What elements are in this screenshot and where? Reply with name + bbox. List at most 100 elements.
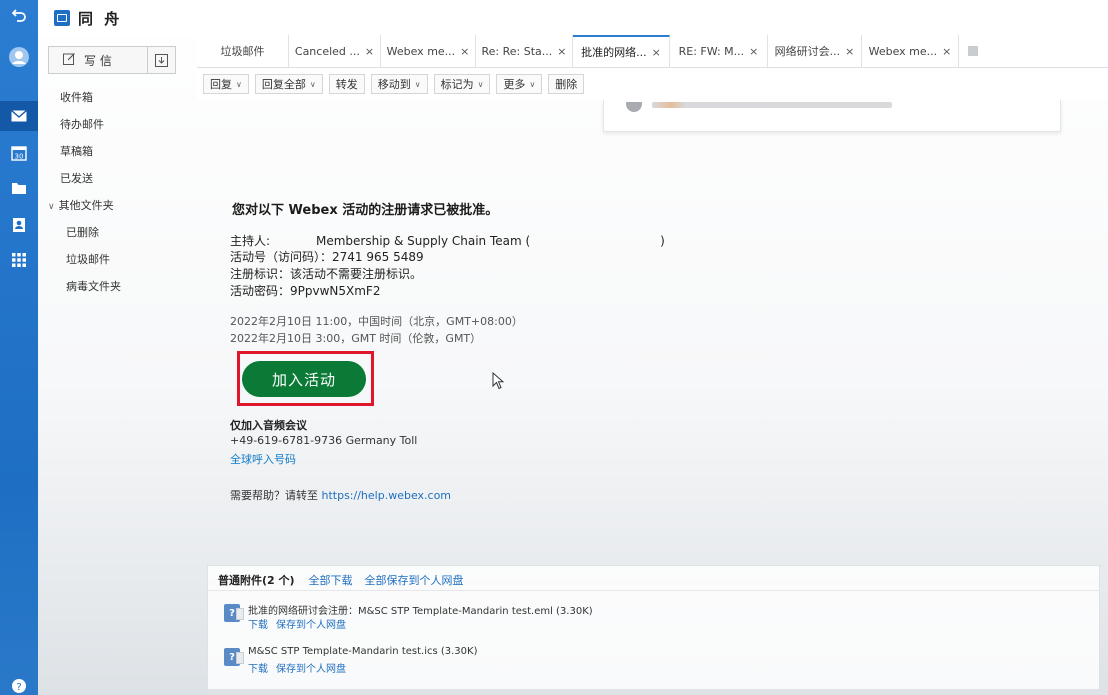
time-beijing: 2022年2月10日 11:00，中国时间（北京，GMT+08:00） (230, 315, 523, 328)
folder-spam[interactable]: 垃圾邮件 (66, 251, 110, 267)
reply-all-button[interactable]: 回复全部 ∨ (254, 74, 323, 94)
join-event-button[interactable]: 加入活动 (242, 361, 366, 397)
tab-label: RE: FW: M... (678, 44, 745, 58)
help-prefix: 需要帮助？请转至 (230, 489, 318, 502)
save-to-drive-link[interactable]: 保存到个人网盘 (276, 664, 346, 675)
calendar-icon[interactable]: 30 (0, 138, 38, 168)
notification-text-obscured (652, 102, 892, 108)
folder-sidebar: 写 信 收件箱 待办邮件 草稿箱 已发送 ∨ 其他文件夹 已删除 垃圾邮件 病毒文… (38, 36, 188, 695)
close-icon[interactable]: × (749, 45, 758, 58)
help-line: 需要帮助？请转至 https://help.webex.com (230, 487, 451, 503)
host-line: 主持人: Membership & Supply Chain Team () (230, 232, 665, 249)
tab-label: Re: Re: Sta... (481, 44, 553, 58)
global-numbers-link[interactable]: 全球呼入号码 (230, 451, 296, 467)
left-rail: 30 ? (0, 0, 38, 695)
event-number: 活动号（访问码）：2741 965 5489 (230, 250, 424, 264)
attachments-panel: 普通附件(2 个) 全部下载 全部保存到个人网盘 ? 批准的网络研讨会注册：M&… (207, 565, 1101, 690)
forward-button[interactable]: 转发 (328, 74, 365, 94)
attachment-actions: 下载 保存到个人网盘 (248, 616, 354, 631)
attachment-name: 批准的网络研讨会注册：M&SC STP Template-Mandarin te… (248, 606, 593, 617)
attachments-header: 普通附件(2 个) 全部下载 全部保存到个人网盘 (218, 572, 476, 588)
download-link[interactable]: 下载 (248, 620, 268, 631)
folder-group-other[interactable]: ∨ 其他文件夹 (48, 197, 114, 213)
folder-icon[interactable] (0, 173, 38, 203)
download-all-link[interactable]: 全部下载 (309, 572, 353, 588)
tab-overflow-icon[interactable] (959, 35, 987, 67)
folder-sent[interactable]: 已发送 (60, 170, 93, 186)
delete-button[interactable]: 删除 (548, 74, 585, 94)
host-value: Membership & Supply Chain Team ( (316, 234, 531, 248)
help-link[interactable]: https://help.webex.com (322, 489, 452, 502)
chevron-down-icon: ∨ (477, 79, 484, 89)
download-link[interactable]: 下载 (248, 664, 268, 675)
move-to-label: 移动到 (377, 78, 411, 91)
attachments-label: 普通附件(2 个) (218, 574, 295, 587)
back-icon[interactable] (0, 0, 38, 30)
avatar[interactable] (0, 42, 38, 72)
mark-as-button[interactable]: 标记为 ∨ (433, 74, 491, 94)
message-toolbar: 回复 ∨ 回复全部 ∨ 转发 移动到 ∨ 标记为 ∨ 更多 ∨ 删除 (197, 68, 1108, 100)
reply-button[interactable]: 回复 ∨ (203, 74, 249, 94)
divider (208, 590, 1101, 591)
save-all-link[interactable]: 全部保存到个人网盘 (365, 572, 464, 588)
message-headline: 您对以下 Webex 活动的注册请求已被批准。 (232, 203, 499, 218)
move-to-button[interactable]: 移动到 ∨ (370, 74, 428, 94)
compose-button[interactable]: 写 信 (48, 46, 148, 74)
tab-label: 批准的网络... (581, 46, 647, 59)
folder-drafts[interactable]: 草稿箱 (60, 143, 93, 159)
notification-avatar-icon (626, 102, 642, 112)
svg-text:30: 30 (15, 153, 24, 161)
chevron-down-icon: ∨ (414, 79, 421, 89)
help-icon[interactable]: ? (0, 676, 38, 695)
ics-file-icon: ? (224, 648, 244, 666)
tab-label: Canceled ... (294, 44, 360, 58)
folder-todo[interactable]: 待办邮件 (60, 116, 104, 132)
close-icon[interactable]: × (652, 46, 661, 59)
chevron-down-icon: ∨ (48, 202, 55, 212)
close-icon[interactable]: × (942, 45, 951, 58)
more-button[interactable]: 更多 ∨ (496, 74, 543, 94)
tab-3[interactable]: Re: Re: Sta... × (476, 35, 573, 67)
attachment-actions: 下载 保存到个人网盘 (248, 660, 354, 675)
chevron-down-icon: ∨ (529, 79, 536, 89)
compose-row: 写 信 (48, 46, 178, 74)
compose-pen-icon (63, 52, 76, 68)
folder-inbox[interactable]: 收件箱 (60, 89, 93, 105)
close-icon[interactable]: × (365, 45, 374, 58)
tab-7[interactable]: Webex me... × (862, 35, 959, 67)
apps-grid-icon[interactable] (0, 245, 38, 275)
mark-as-label: 标记为 (440, 78, 474, 91)
host-label: 主持人: (230, 234, 271, 248)
tab-5[interactable]: RE: FW: M... × (670, 35, 768, 67)
compose-template-button[interactable] (148, 46, 176, 74)
reply-all-label: 回复全部 (261, 78, 306, 91)
tab-4-active[interactable]: 批准的网络... × (573, 35, 670, 67)
attachment-name: M&SC STP Template-Mandarin test.ics (3.3… (248, 646, 478, 657)
reply-label: 回复 (210, 78, 232, 91)
svg-text:?: ? (16, 682, 21, 693)
chevron-down-icon: ∨ (309, 79, 316, 89)
tab-label: 网络研讨会... (774, 45, 841, 58)
tab-2[interactable]: Webex me... × (381, 35, 476, 67)
folder-deleted[interactable]: 已删除 (66, 224, 99, 240)
tab-label: 垃圾邮件 (220, 45, 265, 58)
chevron-down-icon: ∨ (236, 79, 242, 89)
folder-virus[interactable]: 病毒文件夹 (66, 278, 121, 294)
tab-6[interactable]: 网络研讨会... × (768, 35, 862, 67)
mail-icon[interactable] (0, 101, 38, 131)
download-box-icon (155, 53, 168, 67)
save-to-drive-link[interactable]: 保存到个人网盘 (276, 620, 346, 631)
close-icon[interactable]: × (460, 45, 469, 58)
close-icon[interactable]: × (845, 45, 854, 58)
eml-file-icon: ? (224, 604, 244, 622)
close-icon[interactable]: × (557, 45, 566, 58)
compose-label: 写 信 (84, 53, 112, 68)
event-password: 活动密码：9PpvwN5XmF2 (230, 284, 381, 298)
app-title: 同 舟 (78, 9, 123, 28)
contacts-icon[interactable] (0, 210, 38, 240)
tab-label: Webex me... (386, 44, 456, 58)
title-bar: 同 舟 (38, 0, 1108, 36)
registration-id: 注册标识：该活动不需要注册标识。 (230, 267, 423, 281)
tab-0[interactable]: 垃圾邮件 (197, 35, 289, 67)
tab-1[interactable]: Canceled ... × (289, 35, 381, 67)
